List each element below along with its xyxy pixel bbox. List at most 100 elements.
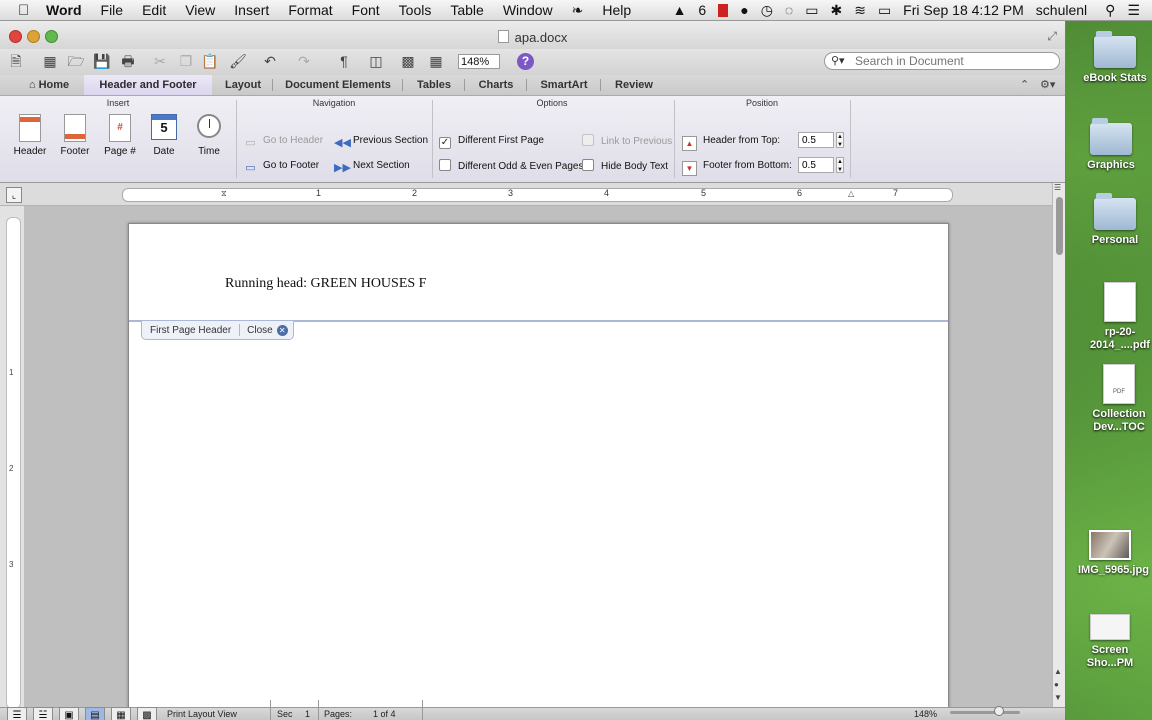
header-button[interactable]: Header bbox=[10, 110, 50, 170]
zoom-slider[interactable] bbox=[950, 711, 1020, 714]
gallery-icon[interactable]: ▦ bbox=[40, 52, 60, 70]
desktop-icon-collection-toc[interactable]: PDF Collection Dev...TOC bbox=[1086, 364, 1152, 434]
sidebar-icon[interactable]: ◫ bbox=[366, 52, 386, 70]
previous-page-icon[interactable]: ▲ bbox=[1054, 667, 1062, 676]
toolbox-icon[interactable]: ▩ bbox=[398, 52, 418, 70]
menu-insert[interactable]: Insert bbox=[234, 2, 269, 18]
collapse-ribbon-icon[interactable]: ⌃ bbox=[1020, 78, 1029, 91]
notebook-view-icon[interactable]: ▦ bbox=[111, 707, 131, 720]
clock-text[interactable]: Fri Sep 18 4:12 PM bbox=[903, 2, 1024, 18]
apple-menu-icon[interactable]:  bbox=[18, 2, 34, 19]
hide-body-text-checkbox[interactable]: Hide Body Text bbox=[582, 159, 668, 173]
desktop-icon-img-5965[interactable]: IMG_5965.jpg bbox=[1078, 530, 1149, 577]
horizontal-ruler[interactable]: ⧖ 1 2 3 4 5 6 7 △ bbox=[122, 188, 953, 202]
previous-section-button[interactable]: ◀◀ Previous Section bbox=[334, 134, 428, 149]
next-section-button[interactable]: ▶▶ Next Section bbox=[334, 159, 410, 174]
indent-marker-icon[interactable]: ⧖ bbox=[221, 189, 227, 199]
menu-app-word[interactable]: Word bbox=[46, 2, 82, 18]
outline-view-icon[interactable]: ☱ bbox=[33, 707, 53, 720]
fullscreen-icon[interactable]: ⤢ bbox=[1047, 29, 1057, 44]
menu-view[interactable]: View bbox=[185, 2, 215, 18]
evernote-icon[interactable]: ● bbox=[740, 2, 748, 18]
tab-header-and-footer[interactable]: Header and Footer bbox=[84, 75, 212, 95]
timemachine-icon[interactable]: ◷ bbox=[761, 2, 773, 19]
header-region[interactable]: Running head: GREEN HOUSES F bbox=[129, 224, 948, 322]
right-indent-marker-icon[interactable]: △ bbox=[848, 189, 854, 198]
backup-icon[interactable]: ◌ bbox=[785, 2, 793, 18]
paste-icon[interactable]: 📋 bbox=[200, 52, 220, 70]
running-head-text[interactable]: Running head: GREEN HOUSES F bbox=[225, 276, 426, 292]
open-icon[interactable]: 🗁 bbox=[66, 52, 86, 70]
tab-stop-selector-icon[interactable]: ⌞ bbox=[6, 187, 22, 203]
media-browser-icon[interactable]: ▦ bbox=[426, 52, 446, 70]
tab-home[interactable]: ⌂ Home bbox=[20, 75, 78, 95]
search-input[interactable] bbox=[855, 54, 1053, 68]
tab-layout[interactable]: Layout bbox=[218, 75, 268, 95]
date-button[interactable]: 5 Date bbox=[144, 110, 184, 170]
page-number-button[interactable]: # Page # bbox=[100, 110, 140, 170]
vertical-ruler[interactable]: 1 2 3 bbox=[6, 217, 21, 709]
tab-tables[interactable]: Tables bbox=[408, 75, 460, 95]
show-formatting-icon[interactable]: ¶ bbox=[334, 52, 354, 70]
footer-button[interactable]: Footer bbox=[55, 110, 95, 170]
zoom-input[interactable]: 148% bbox=[458, 54, 500, 69]
ribbon-settings-gear-icon[interactable]: ⚙▾ bbox=[1040, 78, 1055, 91]
menu-tools[interactable]: Tools bbox=[399, 2, 432, 18]
redo-icon[interactable]: ↷ bbox=[294, 52, 314, 70]
next-page-icon[interactable]: ▼ bbox=[1054, 693, 1062, 702]
stepper-arrows-icon[interactable]: ▲ ▼ bbox=[836, 157, 844, 173]
document-page[interactable]: Running head: GREEN HOUSES F First Page … bbox=[128, 223, 949, 708]
draft-view-icon[interactable]: ☰ bbox=[7, 707, 27, 720]
print-layout-view-icon[interactable]: ▤ bbox=[85, 707, 105, 720]
wifi-icon[interactable]: ≋ bbox=[854, 2, 866, 19]
menu-file[interactable]: File bbox=[101, 2, 124, 18]
desktop-icon-personal[interactable]: Personal bbox=[1083, 193, 1147, 247]
notification-center-icon[interactable]: ☰ bbox=[1127, 2, 1140, 19]
desktop-icon-screenshot[interactable]: Screen Sho...PM bbox=[1078, 614, 1142, 670]
undo-icon[interactable]: ↶ bbox=[260, 52, 280, 70]
save-icon[interactable]: 💾 bbox=[92, 52, 112, 70]
document-canvas[interactable]: Running head: GREEN HOUSES F First Page … bbox=[24, 206, 1052, 708]
zoom-slider-knob[interactable] bbox=[994, 706, 1004, 716]
menu-table[interactable]: Table bbox=[450, 2, 483, 18]
cut-icon[interactable]: ✂ bbox=[150, 52, 170, 70]
time-button[interactable]: Time bbox=[189, 110, 229, 170]
adobe-icon[interactable]: ▲ 6 bbox=[673, 2, 707, 18]
script-menu-icon[interactable]: ❧ bbox=[572, 2, 584, 19]
browse-object-icon[interactable]: ● bbox=[1054, 680, 1059, 689]
footer-from-bottom-input[interactable] bbox=[798, 157, 834, 173]
tab-smartart[interactable]: SmartArt bbox=[532, 75, 596, 95]
desktop-icon-graphics[interactable]: Graphics bbox=[1079, 118, 1143, 172]
close-header-button[interactable]: Close ✕ bbox=[240, 324, 293, 336]
tab-document-elements[interactable]: Document Elements bbox=[278, 75, 398, 95]
different-odd-even-checkbox[interactable]: Different Odd & Even Pages bbox=[439, 159, 583, 173]
record-icon[interactable] bbox=[718, 3, 729, 17]
menu-help[interactable]: Help bbox=[602, 2, 631, 18]
search-icon[interactable]: ⚲▾ bbox=[831, 54, 845, 67]
print-icon[interactable]: 🖶 bbox=[118, 52, 138, 70]
split-view-icon[interactable]: ☰ bbox=[1054, 183, 1061, 192]
battery-icon[interactable]: ▭ bbox=[878, 2, 891, 19]
link-to-previous-checkbox[interactable]: Link to Previous bbox=[582, 134, 672, 148]
desktop-icon-rp-pdf[interactable]: rp-20-2014_....pdf bbox=[1086, 282, 1152, 352]
stepper-arrows-icon[interactable]: ▲ ▼ bbox=[836, 132, 844, 148]
vertical-scrollbar[interactable]: ☰ ▲ ● ▼ bbox=[1052, 183, 1065, 708]
user-name[interactable]: schulenl bbox=[1036, 2, 1087, 18]
full-screen-view-icon[interactable]: ▩ bbox=[137, 707, 157, 720]
menu-edit[interactable]: Edit bbox=[142, 2, 166, 18]
publishing-view-icon[interactable]: ▣ bbox=[59, 707, 79, 720]
bluetooth-icon[interactable]: ✱ bbox=[830, 2, 842, 19]
airplay-icon[interactable]: ▭ bbox=[805, 2, 818, 19]
spotlight-search-icon[interactable]: ⚲ bbox=[1105, 2, 1115, 19]
scrollbar-thumb[interactable] bbox=[1056, 197, 1063, 255]
go-to-header-button[interactable]: ▭ Go to Header bbox=[244, 134, 323, 149]
format-painter-icon[interactable]: 🖌 bbox=[228, 52, 248, 70]
desktop-icon-ebook-stats[interactable]: eBook Stats bbox=[1083, 31, 1147, 85]
menu-format[interactable]: Format bbox=[288, 2, 332, 18]
menu-window[interactable]: Window bbox=[503, 2, 553, 18]
different-first-page-checkbox[interactable]: ✓ Different First Page bbox=[439, 134, 544, 149]
new-document-icon[interactable]: 🗎 bbox=[6, 52, 26, 70]
copy-icon[interactable]: ❐ bbox=[176, 52, 196, 70]
header-from-top-input[interactable] bbox=[798, 132, 834, 148]
go-to-footer-button[interactable]: ▭ Go to Footer bbox=[244, 159, 319, 174]
